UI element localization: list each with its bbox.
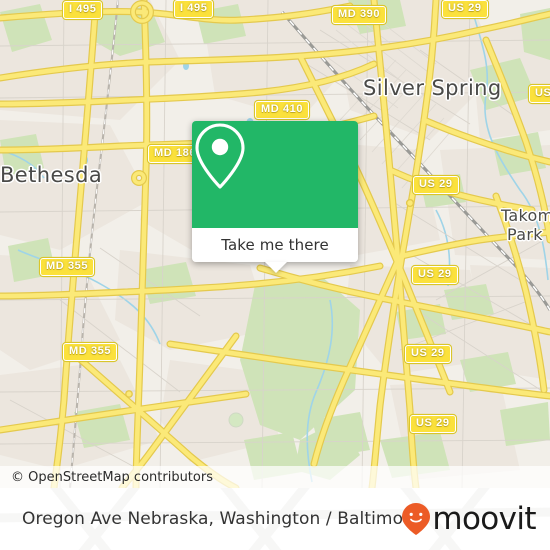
highway-shield: US 29 <box>413 176 459 194</box>
highway-shield: MD 410 <box>255 101 310 119</box>
highway-shield: US 29 <box>410 415 456 433</box>
popup-tail <box>265 262 287 273</box>
map-pin-icon <box>195 123 245 189</box>
map-label-place: Park <box>507 225 543 244</box>
map-canvas[interactable]: Silver Spring Bethesda Takoma Park I 495… <box>0 0 550 488</box>
footer-bar: Oregon Ave Nebraska, Washington / Baltim… <box>0 488 550 550</box>
map-label-place: Silver Spring <box>363 76 502 100</box>
map-label-place: Takoma <box>501 206 550 225</box>
location-title: Oregon Ave Nebraska, Washington / Baltim… <box>22 509 421 529</box>
highway-shield: MD 355 <box>63 343 118 361</box>
highway-shield: I 495 <box>63 1 103 19</box>
map-attribution[interactable]: © OpenStreetMap contributors <box>0 466 550 488</box>
moovit-pin-smile-icon <box>402 503 431 535</box>
highway-shield: I 495 <box>174 0 214 18</box>
take-me-there-label: Take me there <box>221 236 329 254</box>
map-screen: Silver Spring Bethesda Takoma Park I 495… <box>0 0 550 550</box>
highway-shield: US 29 <box>442 0 488 18</box>
highway-shield: US 29 <box>412 266 458 284</box>
popup-pin-panel <box>192 121 358 228</box>
highway-shield: US 29 <box>529 85 550 103</box>
moovit-brand[interactable]: moovit <box>401 500 537 537</box>
highway-shield: MD 355 <box>40 258 95 276</box>
take-me-there-button[interactable]: Take me there <box>192 228 358 273</box>
attribution-text: © OpenStreetMap contributors <box>11 470 213 485</box>
location-popup-card[interactable]: Take me there <box>192 121 358 273</box>
map-label-place: Bethesda <box>0 163 103 187</box>
moovit-wordmark: moovit <box>432 500 536 537</box>
highway-shield: US 29 <box>405 345 451 363</box>
highway-shield: MD 390 <box>332 6 387 24</box>
